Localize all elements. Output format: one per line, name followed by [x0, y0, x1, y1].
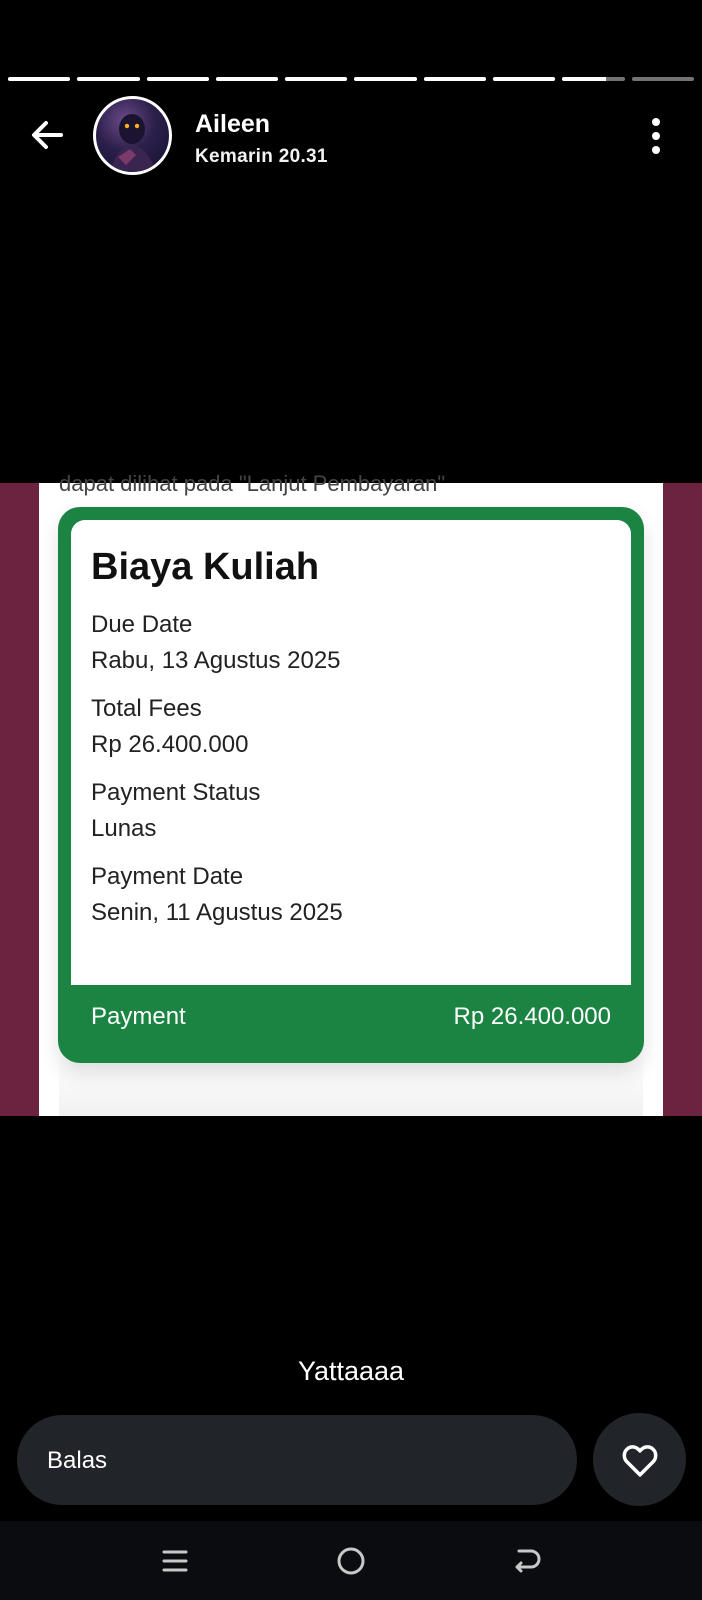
progress-fill — [146, 77, 209, 81]
story-image: dapat dilihat pada "Lanjut Pembayaran" B… — [0, 471, 702, 1116]
screenshot-page: dapat dilihat pada "Lanjut Pembayaran" B… — [39, 471, 663, 1116]
field-payment-status: Payment Status Lunas — [91, 781, 611, 841]
progress-fill — [285, 77, 348, 81]
cut-off-text: dapat dilihat pada "Lanjut Pembayaran" — [59, 471, 446, 496]
progress-segment — [285, 77, 348, 81]
reply-placeholder: Balas — [47, 1447, 108, 1474]
field-payment-date: Payment Date Senin, 11 Agustus 2025 — [91, 865, 611, 925]
back-button[interactable] — [24, 112, 70, 158]
progress-segment — [215, 77, 279, 81]
fee-card-body: Biaya Kuliah Due Date Rabu, 13 Agustus 2… — [71, 520, 631, 985]
progress-fill — [354, 77, 417, 81]
avatar[interactable] — [93, 96, 172, 175]
field-due-date: Due Date Rabu, 13 Agustus 2025 — [91, 613, 611, 673]
story-caption: Yattaaaa — [297, 1356, 405, 1386]
story-progress — [8, 77, 694, 81]
progress-fill — [215, 77, 279, 81]
like-button[interactable] — [593, 1413, 686, 1506]
progress-fill — [493, 77, 556, 81]
progress-fill — [423, 77, 487, 81]
story-header: Aileen Kemarin 20.31 — [0, 96, 702, 178]
progress-segment — [354, 77, 417, 81]
recents-icon — [162, 1550, 188, 1572]
progress-segment — [8, 77, 71, 81]
field-value: Senin, 11 Agustus 2025 — [91, 899, 343, 926]
fee-card: Biaya Kuliah Due Date Rabu, 13 Agustus 2… — [58, 507, 644, 1063]
recents-button[interactable] — [153, 1539, 197, 1583]
progress-fill — [8, 77, 71, 81]
progress-segment — [146, 77, 209, 81]
arrow-left-icon — [32, 121, 63, 149]
system-navigation-bar — [0, 1521, 702, 1600]
back-icon — [515, 1549, 541, 1573]
username[interactable]: Aileen — [195, 110, 270, 139]
field-label: Payment Status — [91, 779, 261, 806]
progress-segment — [562, 77, 625, 81]
field-value: Lunas — [91, 815, 157, 842]
payment-amount: Rp 26.400.000 — [453, 1003, 611, 1030]
card-title: Biaya Kuliah — [91, 546, 320, 588]
field-value: Rp 26.400.000 — [91, 731, 249, 758]
heart-icon — [622, 1444, 657, 1477]
more-vertical-icon — [652, 118, 660, 126]
progress-fill — [562, 77, 606, 81]
more-options-button[interactable] — [650, 118, 662, 154]
story-timestamp: Kemarin 20.31 — [195, 146, 328, 167]
field-label: Payment Date — [91, 863, 244, 890]
progress-segment — [493, 77, 556, 81]
nav-back-button[interactable] — [505, 1539, 549, 1583]
progress-segment — [631, 77, 694, 81]
home-icon — [337, 1547, 365, 1575]
field-value: Rabu, 13 Agustus 2025 — [91, 647, 341, 674]
field-label: Total Fees — [91, 695, 202, 722]
progress-segment — [77, 77, 140, 81]
reply-input[interactable]: Balas — [17, 1415, 577, 1505]
field-total-fees: Total Fees Rp 26.400.000 — [91, 697, 611, 757]
field-label: Due Date — [91, 611, 193, 638]
home-button[interactable] — [329, 1539, 373, 1583]
payment-label: Payment — [91, 1003, 186, 1030]
progress-segment — [423, 77, 487, 81]
progress-fill — [77, 77, 140, 81]
card-footer: Payment Rp 26.400.000 — [91, 1003, 611, 1031]
